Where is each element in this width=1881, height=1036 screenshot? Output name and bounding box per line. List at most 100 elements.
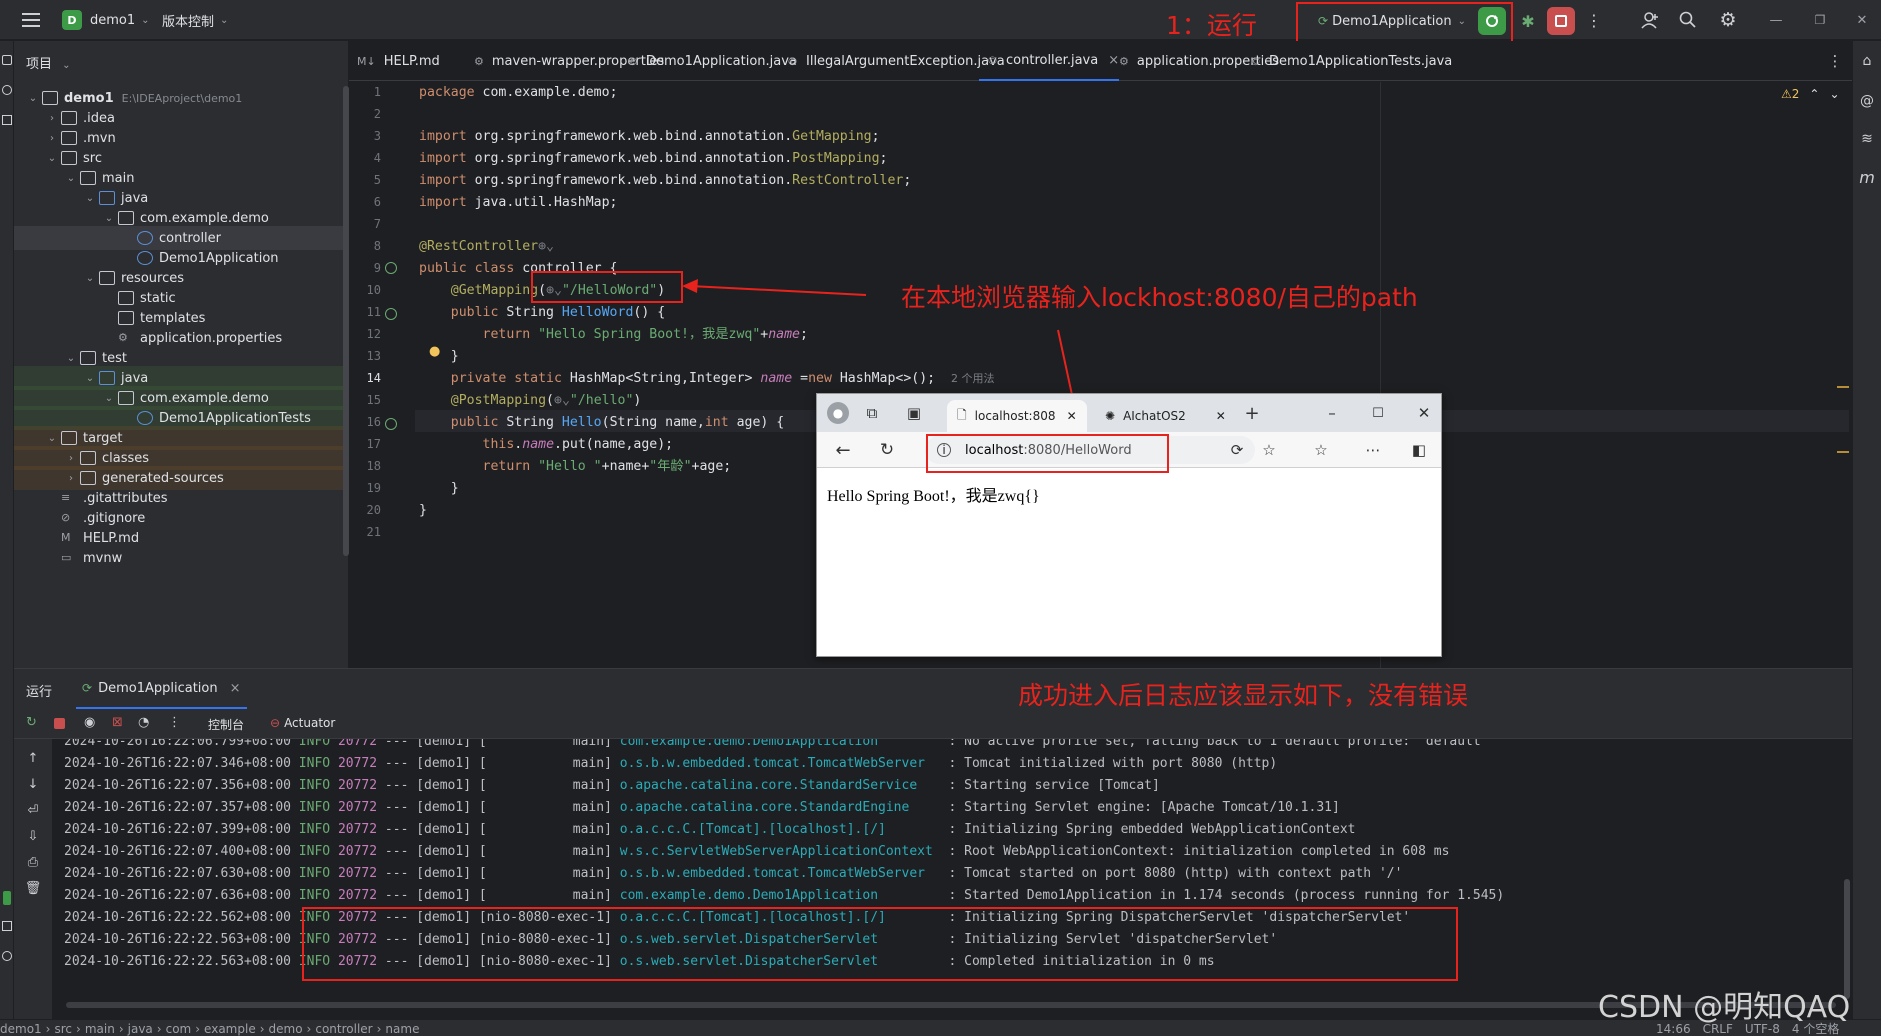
log-line: 2024-10-26T16:22:07.357+08:00 INFO 20772… — [64, 797, 1340, 819]
log-field: 20772 — [337, 778, 378, 793]
refresh-icon[interactable]: ↻ — [875, 438, 899, 462]
log-field: --- — [377, 756, 417, 771]
browser-window: ● ⧉ ▣ 🗋 localhost:8080 ✕ ✺ AIchatOS2 ✕ +… — [816, 393, 1442, 657]
log-field: INFO — [290, 866, 338, 881]
log-field: 2024-10-26T16:22:07.357+08:00 — [64, 800, 291, 815]
annotation-url-box — [926, 434, 1169, 473]
breadcrumb-item[interactable]: demo — [269, 1022, 303, 1036]
log-field: [ main] — [478, 739, 620, 749]
log-field: com.example.demo.Demo1Application — [619, 888, 941, 903]
avatar[interactable]: ● — [827, 402, 849, 424]
collections-icon[interactable]: ⧉ — [861, 402, 883, 424]
log-field: 2024-10-26T16:22:07.346+08:00 — [64, 756, 291, 771]
browser-tab-aichat[interactable]: ✺ AIchatOS2 ✕ — [1095, 400, 1245, 432]
log-field: 20772 — [337, 800, 378, 815]
log-field: INFO — [290, 800, 338, 815]
breadcrumb-item[interactable]: com — [166, 1022, 192, 1036]
arrow-up-icon[interactable]: ↑ — [24, 749, 42, 767]
log-field: 20772 — [337, 756, 378, 771]
console-tab[interactable]: 控制台 — [208, 716, 244, 733]
run-toolbar: ↻ ◉ ⊠ ◔ ⋮ 控制台 ⊖ Actuator — [14, 709, 1852, 739]
log-field: 2024-10-26T16:22:22.563+08:00 — [64, 932, 291, 947]
log-field: : Starting service [Tomcat] — [940, 778, 1160, 793]
console-hscrollbar[interactable] — [66, 1002, 1836, 1008]
log-field: [ main] — [478, 888, 620, 903]
run-panel-header: 运行 ⟳ Demo1Application × — [14, 669, 1852, 709]
run-config-tab[interactable]: ⟳ Demo1Application × — [76, 669, 247, 709]
favorites-icon[interactable]: ☆ — [1309, 438, 1333, 462]
close-icon[interactable]: × — [230, 681, 241, 696]
breadcrumb-item[interactable]: main — [85, 1022, 115, 1036]
log-field: [ main] — [478, 800, 620, 815]
minimize-button[interactable]: – — [1321, 402, 1343, 424]
breadcrumb-item[interactable]: java — [128, 1022, 153, 1036]
maximize-button[interactable]: ☐ — [1367, 402, 1389, 424]
browser-tab-title: AIchatOS2 — [1123, 409, 1186, 423]
log-field: : Starting Servlet engine: [Apache Tomca… — [940, 800, 1340, 815]
log-line: 2024-10-26T16:22:07.630+08:00 INFO 20772… — [64, 863, 1402, 885]
arrow-down-icon[interactable]: ↓ — [24, 775, 42, 793]
log-field: --- — [377, 844, 417, 859]
chevron-right-icon: › — [306, 1021, 312, 1036]
star-icon[interactable]: ☆ — [1257, 438, 1281, 462]
camera-icon[interactable]: ◉ — [84, 715, 95, 730]
trash-icon[interactable]: 🗑 — [24, 879, 42, 897]
annotation-log: 成功进入后日志应该显示如下，没有错误 — [1018, 681, 1469, 710]
browser-tab-title: localhost:8080 — [974, 409, 1055, 423]
console-scrollbar[interactable] — [1844, 879, 1850, 999]
breadcrumb: demo1 › src › main › java › com › exampl… — [0, 1020, 419, 1036]
breadcrumb-item[interactable]: src — [54, 1022, 72, 1036]
stop-icon[interactable] — [54, 718, 65, 729]
back-icon[interactable]: ← — [831, 438, 855, 462]
log-field: [ main] — [478, 756, 620, 771]
log-field: 20772 — [337, 888, 378, 903]
log-field: o.s.b.w.embedded.tomcat.TomcatWebServer — [619, 866, 941, 881]
spring-icon: ⟳ — [82, 681, 93, 695]
ide-window: D demo1 ⌄ 版本控制 ⌄ 1：运行 ⟳ Demo1Application… — [0, 0, 1881, 1036]
log-line: 2024-10-26T16:22:07.400+08:00 INFO 20772… — [64, 841, 1449, 863]
new-tab-button[interactable]: + — [1241, 402, 1263, 424]
gauge-icon[interactable]: ◔ — [138, 715, 149, 730]
log-field: [demo1] — [416, 822, 479, 837]
log-field: 20772 — [337, 844, 378, 859]
log-field: 2024-10-26T16:22:07.636+08:00 — [64, 888, 291, 903]
actuator-icon: ⊖ — [270, 716, 281, 730]
watermark: CSDN @明知QAQ — [1598, 990, 1851, 1025]
browser-tab-localhost[interactable]: 🗋 localhost:8080 ✕ — [947, 400, 1087, 432]
close-icon[interactable]: ✕ — [1216, 409, 1226, 423]
wrap-icon[interactable]: ⏎ — [24, 801, 42, 819]
close-window-button[interactable]: ✕ — [1413, 402, 1435, 424]
scroll-end-icon[interactable]: ⇩ — [24, 827, 42, 845]
log-field: [demo1] — [416, 756, 479, 771]
log-field: [demo1] — [416, 800, 479, 815]
log-field: 2024-10-26T16:22:22.562+08:00 — [64, 910, 291, 925]
log-field: : Tomcat initialized with port 8080 (htt… — [940, 756, 1278, 771]
log-line: 2024-10-26T16:22:07.346+08:00 INFO 20772… — [64, 753, 1277, 775]
rerun-icon[interactable]: ↻ — [26, 715, 37, 730]
actuator-label: Actuator — [284, 716, 336, 730]
breadcrumb-item[interactable]: name — [385, 1022, 419, 1036]
log-field: --- — [377, 739, 417, 749]
tab-actions-icon[interactable]: ▣ — [903, 402, 925, 424]
log-field: [demo1] — [416, 866, 479, 881]
log-field: o.s.b.w.embedded.tomcat.TomcatWebServer — [619, 756, 941, 771]
page-content: Hello Spring Boot!，我是zwq{} — [827, 488, 1040, 505]
translate-icon[interactable]: ⟳ — [1225, 438, 1249, 462]
page-icon: 🗋 — [957, 407, 967, 422]
close-icon[interactable]: ✕ — [1067, 409, 1077, 423]
more-icon[interactable]: ⋯ — [1361, 438, 1385, 462]
log-field: [ main] — [478, 778, 620, 793]
more-vertical-icon[interactable]: ⋮ — [168, 715, 181, 730]
log-field: --- — [377, 800, 417, 815]
openai-icon: ✺ — [1105, 409, 1116, 423]
breadcrumb-item[interactable]: example — [204, 1022, 256, 1036]
breadcrumb-item[interactable]: demo1 — [0, 1022, 42, 1036]
exit-icon[interactable]: ⊠ — [112, 715, 123, 730]
chevron-right-icon: › — [376, 1021, 382, 1036]
log-field: 20772 — [337, 739, 378, 749]
log-field: --- — [377, 888, 417, 903]
print-icon[interactable]: ⎙ — [24, 853, 42, 871]
actuator-tab[interactable]: ⊖ Actuator — [270, 716, 335, 730]
sidebar-icon[interactable]: ◧ — [1407, 438, 1431, 462]
breadcrumb-item[interactable]: controller — [315, 1022, 372, 1036]
